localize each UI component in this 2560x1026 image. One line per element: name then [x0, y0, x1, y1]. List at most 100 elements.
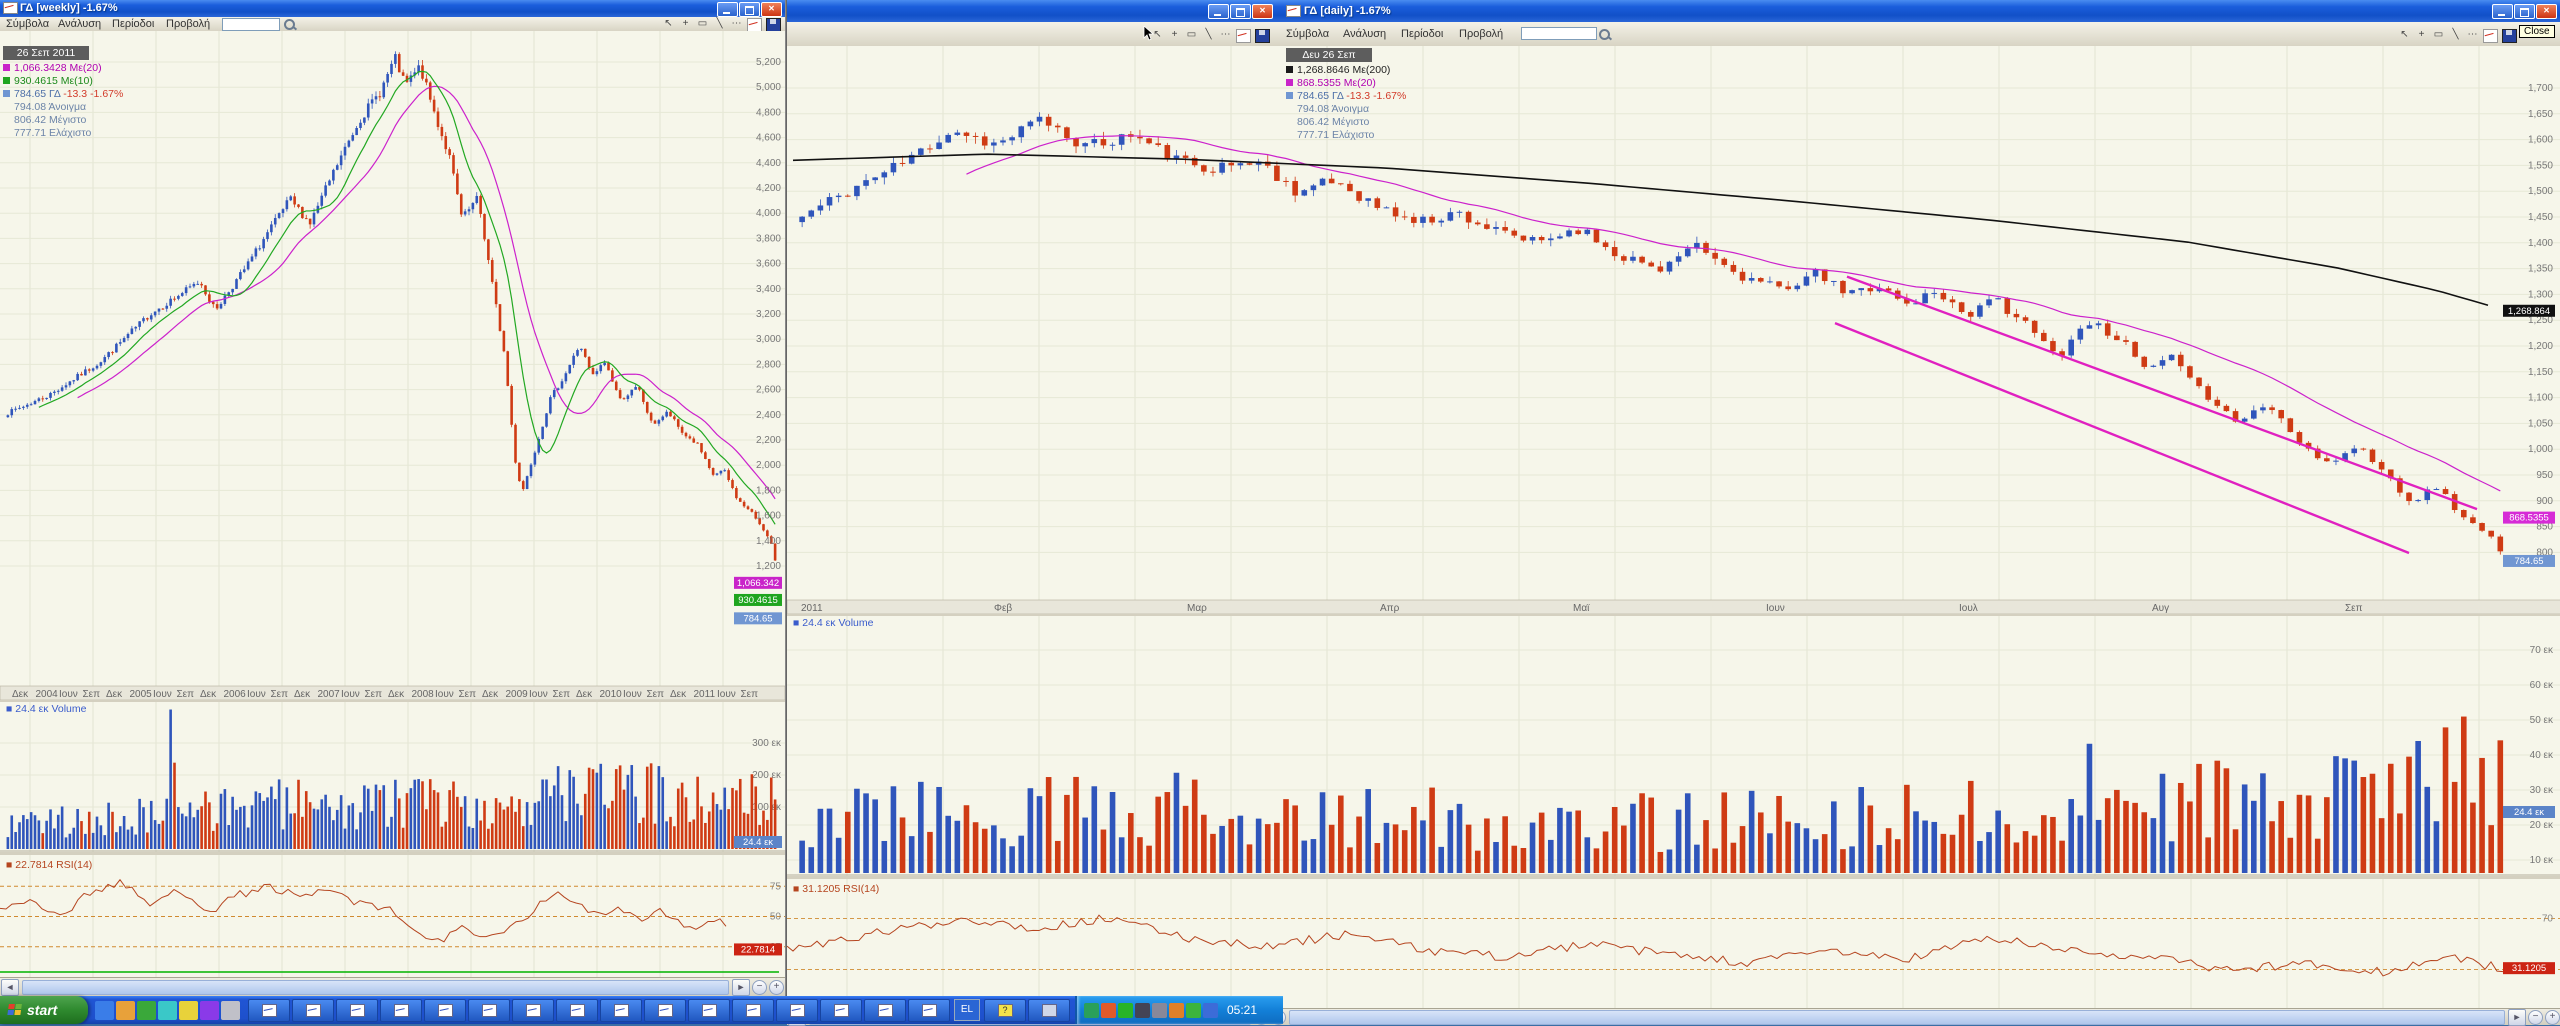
date-tick: Φεβ	[994, 603, 1012, 614]
taskbar-window-button[interactable]	[424, 999, 466, 1022]
close-button[interactable]: ✕	[2536, 4, 2557, 19]
taskbar-window-button[interactable]	[380, 999, 422, 1022]
trendline-icon[interactable]: ╲	[1202, 29, 1215, 41]
update-icon[interactable]	[221, 1001, 240, 1020]
zoom-in-button[interactable]: +	[769, 980, 784, 995]
daily-chart-svg[interactable]: 2011ΦεβΜαρΑπρΜαϊΙουνΙουλΑυγΣεπ70 εκ60 εκ…	[787, 46, 2560, 1008]
media-icon[interactable]	[158, 1001, 177, 1020]
rectangle-icon[interactable]: ▭	[2432, 29, 2445, 41]
scroll-right-icon[interactable]: ►	[732, 979, 750, 996]
minimize-button[interactable]	[717, 2, 738, 17]
network-icon[interactable]	[1152, 1003, 1167, 1018]
save-icon[interactable]	[2502, 29, 2517, 43]
trendline-icon[interactable]: ╲	[713, 18, 726, 30]
grid-icon[interactable]: ⋯	[730, 18, 743, 30]
restore-button[interactable]	[1230, 4, 1251, 19]
date-tick: Δεκ	[106, 689, 123, 700]
save-icon[interactable]	[766, 18, 781, 32]
language-indicator[interactable]: EL	[954, 999, 980, 1021]
gpu-icon[interactable]	[1186, 1003, 1201, 1018]
weekly-scrollbar[interactable]: ◄ ► − +	[0, 977, 785, 997]
trendline-icon[interactable]: ╲	[2449, 29, 2462, 41]
menu-view[interactable]: Προβολή	[1459, 28, 1503, 40]
zoom-out-button[interactable]: −	[752, 980, 767, 995]
chart-icon[interactable]	[1236, 29, 1251, 43]
taskbar-window-button[interactable]	[336, 999, 378, 1022]
taskbar-window-button[interactable]	[556, 999, 598, 1022]
date-tick: 2005	[130, 689, 153, 700]
minimize-button[interactable]	[1208, 4, 1229, 19]
start-button[interactable]: start	[0, 996, 88, 1024]
save-icon[interactable]	[1255, 29, 1270, 43]
search-icon[interactable]	[1599, 29, 1610, 40]
taskbar-window-button[interactable]: ?	[984, 999, 1026, 1022]
browser-icon[interactable]	[95, 1001, 114, 1020]
close-button[interactable]: ✕	[761, 2, 782, 17]
search-icon[interactable]	[284, 19, 295, 30]
display-icon[interactable]	[1203, 1003, 1218, 1018]
zoom-in-button[interactable]: +	[2545, 1010, 2560, 1025]
chart-icon[interactable]	[747, 18, 762, 32]
legend-row: 794.08 Άνοιγμα	[3, 101, 123, 114]
scroll-left-icon[interactable]: ◄	[1, 979, 19, 996]
scroll-right-icon[interactable]: ►	[2508, 1009, 2526, 1026]
pointer-icon[interactable]: ↖	[2398, 29, 2411, 41]
messenger-icon[interactable]	[200, 1001, 219, 1020]
scheduler-icon[interactable]	[1169, 1003, 1184, 1018]
close-button[interactable]: ✕	[1252, 4, 1273, 19]
menu-periods[interactable]: Περίοδοι	[112, 18, 154, 30]
menu-symbols[interactable]: Σύμβολα	[6, 18, 49, 30]
grid-icon[interactable]: ⋯	[1219, 29, 1232, 41]
rectangle-icon[interactable]: ▭	[1185, 29, 1198, 41]
price-tick: 1,000	[2528, 444, 2553, 455]
crosshair-icon[interactable]: +	[679, 18, 692, 30]
taskbar-window-button[interactable]	[1028, 999, 1070, 1022]
pointer-icon[interactable]: ↖	[662, 18, 675, 30]
taskbar-window-button[interactable]	[688, 999, 730, 1022]
desktop-icon[interactable]	[137, 1001, 156, 1020]
folder-icon[interactable]	[179, 1001, 198, 1020]
minimize-button[interactable]	[2492, 4, 2513, 19]
weekly-titlebar[interactable]: ΓΔ [weekly] -1.67% ✕	[0, 0, 785, 17]
crosshair-icon[interactable]: +	[1168, 29, 1181, 41]
weekly-chart-svg[interactable]: Δεκ2004ΙουνΣεπΔεκ2005ΙουνΣεπΔεκ2006ΙουνΣ…	[0, 31, 785, 977]
taskbar-window-button[interactable]	[908, 999, 950, 1022]
taskbar-window-button[interactable]	[248, 999, 290, 1022]
antivirus-icon[interactable]	[1118, 1003, 1133, 1018]
taskbar-window-button[interactable]	[292, 999, 334, 1022]
legend-row: 806.42 Μέγιστο	[3, 114, 123, 127]
menu-view[interactable]: Προβολή	[166, 18, 210, 30]
price-tick: 3,000	[756, 334, 781, 345]
menu-periods[interactable]: Περίοδοι	[1401, 28, 1443, 40]
grid-icon[interactable]: ⋯	[2466, 29, 2479, 41]
taskbar-window-button[interactable]	[864, 999, 906, 1022]
zoom-out-button[interactable]: −	[2528, 1010, 2543, 1025]
crosshair-icon[interactable]: +	[2415, 29, 2428, 41]
taskbar-window-button[interactable]	[644, 999, 686, 1022]
taskbar-window-button[interactable]	[776, 999, 818, 1022]
price-tick: 5,200	[756, 57, 781, 68]
scroll-thumb[interactable]	[1289, 1010, 2505, 1025]
chart-icon[interactable]	[2483, 29, 2498, 43]
mail-alert-icon[interactable]	[1101, 1003, 1116, 1018]
taskbar-window-button[interactable]	[820, 999, 862, 1022]
search-input[interactable]	[222, 18, 280, 31]
legend-row: 777.71 Ελάχιστο	[3, 127, 123, 140]
mail-icon[interactable]	[116, 1001, 135, 1020]
daily-titlebar[interactable]: ✕ ΓΔ [daily] -1.67% ✕	[787, 0, 2560, 22]
menu-analysis[interactable]: Ανάλυση	[1343, 28, 1386, 40]
shield-icon[interactable]	[1084, 1003, 1099, 1018]
taskbar-window-button[interactable]	[512, 999, 554, 1022]
search-input[interactable]	[1521, 27, 1597, 40]
rectangle-icon[interactable]: ▭	[696, 18, 709, 30]
taskbar-window-button[interactable]	[468, 999, 510, 1022]
taskbar-window-button[interactable]	[600, 999, 642, 1022]
taskbar-window-button[interactable]	[732, 999, 774, 1022]
volume-icon[interactable]	[1135, 1003, 1150, 1018]
maximize-button[interactable]	[739, 2, 760, 17]
scroll-thumb[interactable]	[22, 980, 729, 995]
menu-symbols[interactable]: Σύμβολα	[1286, 28, 1329, 40]
price-tick: 1,700	[2528, 83, 2553, 94]
restore-button[interactable]	[2514, 4, 2535, 19]
menu-analysis[interactable]: Ανάλυση	[58, 18, 101, 30]
